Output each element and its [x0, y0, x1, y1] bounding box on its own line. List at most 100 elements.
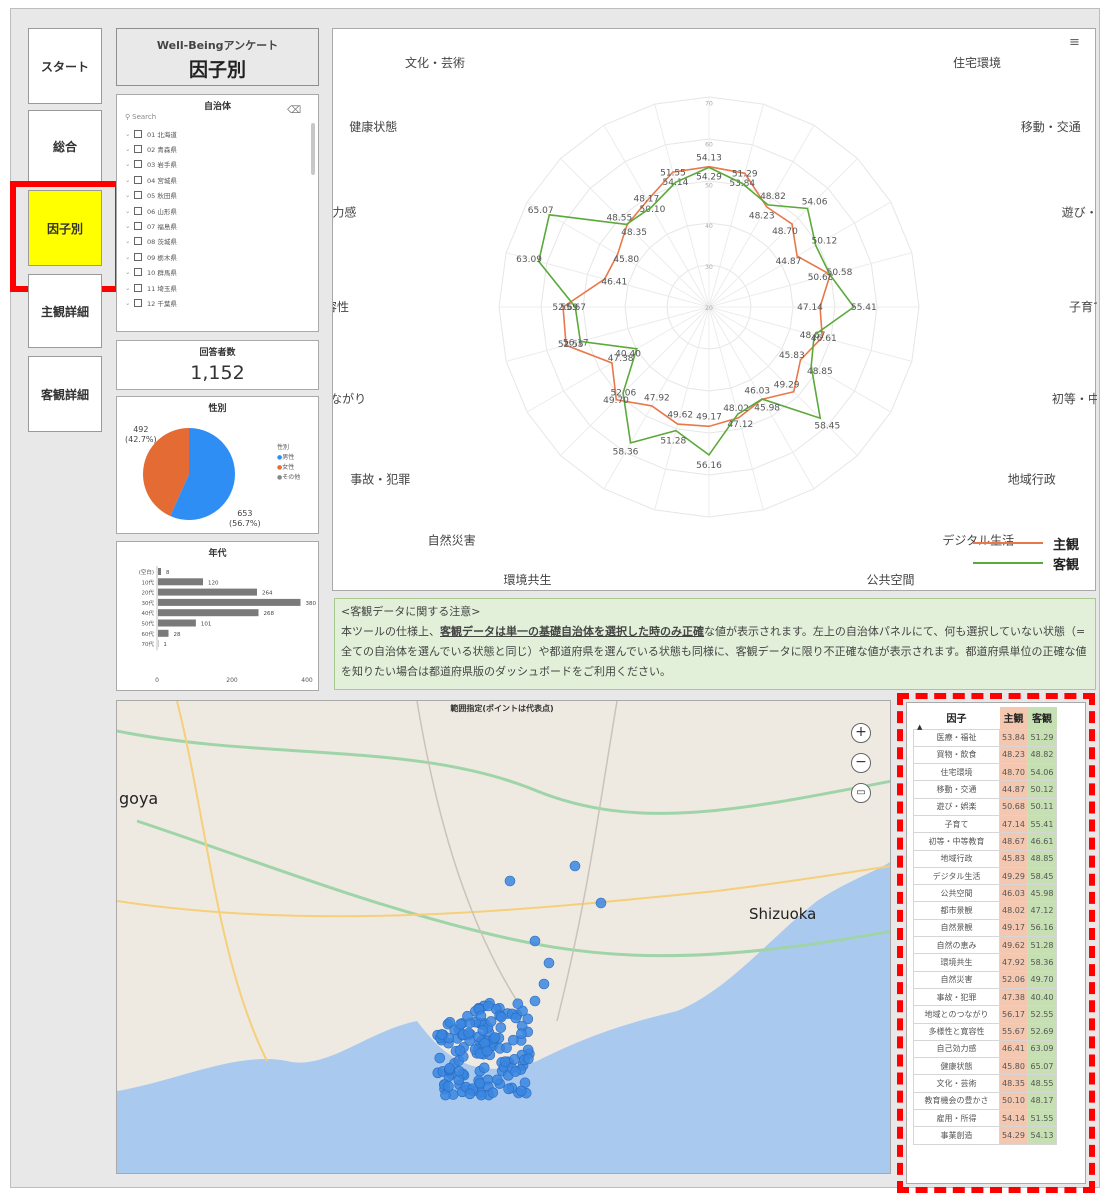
map-point[interactable]: [464, 1088, 476, 1100]
map-point[interactable]: [507, 1034, 519, 1046]
map-point[interactable]: [495, 1022, 507, 1033]
legend-item-objective[interactable]: 客観: [973, 553, 1079, 573]
checkbox[interactable]: [134, 145, 142, 154]
map-point[interactable]: [436, 1029, 448, 1040]
map-point[interactable]: [485, 1016, 497, 1027]
slicer-item[interactable]: ⌄ 09 栃木県: [117, 249, 307, 264]
map-point[interactable]: [496, 1011, 507, 1023]
notice-heading: <客観データに関する注意>: [341, 605, 481, 618]
radar-axis-label: 事故・犯罪: [350, 472, 410, 487]
map-point[interactable]: [434, 1052, 446, 1064]
map-point[interactable]: [523, 1053, 534, 1065]
gender-legend: 性別 ●男性 ●女性 ●その他: [277, 444, 301, 481]
page-title-box: Well-Beingアンケート 因子別: [116, 28, 319, 86]
map-point[interactable]: [487, 1087, 499, 1098]
map-point[interactable]: [443, 1081, 454, 1092]
radar-data-label: 49.29: [774, 381, 800, 391]
age-bar[interactable]: [158, 578, 203, 586]
legend-line-objective: [973, 562, 1043, 564]
map-point[interactable]: [453, 1065, 465, 1077]
nav-start-button[interactable]: スタート: [28, 28, 102, 104]
slicer-search-field[interactable]: ⚲ Search: [125, 111, 225, 123]
age-bar[interactable]: [158, 629, 169, 637]
checkbox[interactable]: [134, 222, 142, 231]
radar-data-label: 51.29: [732, 170, 758, 180]
age-bar[interactable]: [158, 588, 257, 596]
map-point[interactable]: [481, 1045, 493, 1057]
checkbox[interactable]: [134, 268, 142, 277]
map-point[interactable]: [477, 1025, 489, 1036]
slicer-item[interactable]: ⌄ 04 宮城県: [117, 172, 307, 187]
slicer-item[interactable]: ⌄ 01 北海道: [117, 126, 307, 141]
expand-icon: ⌄: [125, 268, 131, 277]
slicer-item[interactable]: ⌄ 02 青森県: [117, 141, 307, 156]
map-point[interactable]: [512, 998, 524, 1010]
nav-overall-button[interactable]: 総合: [28, 110, 102, 182]
slicer-item[interactable]: ⌄ 06 山形県: [117, 203, 307, 218]
checkbox[interactable]: [134, 298, 142, 307]
age-bar[interactable]: [158, 598, 301, 606]
map-point[interactable]: [478, 1062, 490, 1074]
slicer-item[interactable]: ⌄ 03 岩手県: [117, 157, 307, 172]
zoom-in-button[interactable]: +: [851, 723, 871, 743]
checkbox[interactable]: [134, 160, 142, 169]
map-point[interactable]: [510, 1066, 521, 1077]
checkbox[interactable]: [134, 129, 142, 138]
map-point[interactable]: [569, 860, 581, 872]
gender-pie-panel: 性別 492 (42.7%) 653 (56.7%) 性別 ●男性 ●女性 ●そ…: [116, 396, 319, 534]
select-area-icon[interactable]: ▭: [851, 783, 871, 803]
map-point[interactable]: [474, 1077, 486, 1089]
slicer-scrollbar[interactable]: [311, 123, 315, 175]
age-bar[interactable]: [158, 619, 196, 627]
map-point[interactable]: [492, 1074, 503, 1086]
radar-data-label: 49.62: [667, 410, 693, 420]
radar-axis-label: 移動・交通: [1021, 119, 1081, 134]
slicer-item[interactable]: ⌄ 12 千葉県: [117, 295, 307, 310]
eraser-icon[interactable]: ⌫: [287, 105, 301, 116]
checkbox[interactable]: [134, 206, 142, 215]
map-point[interactable]: [595, 897, 607, 909]
map-point[interactable]: [515, 1085, 527, 1097]
legend-item-subjective[interactable]: 主観: [973, 533, 1079, 553]
map-point[interactable]: [489, 1032, 501, 1043]
legend-line-subjective: [973, 542, 1043, 544]
map-point[interactable]: [444, 1063, 455, 1074]
map-point[interactable]: [538, 978, 550, 990]
expand-icon: ⌄: [125, 237, 131, 246]
map-point[interactable]: [454, 1045, 466, 1056]
map-point[interactable]: [543, 957, 555, 969]
age-bar[interactable]: [158, 568, 161, 575]
map-point[interactable]: [462, 1010, 473, 1022]
slicer-item[interactable]: ⌄ 10 群馬県: [117, 265, 307, 280]
age-bar[interactable]: [158, 609, 259, 617]
nav-subjective-detail-button[interactable]: 主観詳細: [28, 274, 102, 348]
map-point[interactable]: [504, 875, 516, 887]
zoom-out-button[interactable]: −: [851, 753, 871, 773]
checkbox[interactable]: [134, 252, 142, 261]
radar-data-label: 58.45: [814, 421, 840, 431]
radar-spoke: [708, 104, 764, 308]
slicer-item[interactable]: ⌄ 08 茨城県: [117, 234, 307, 249]
slicer-item[interactable]: ⌄ 11 埼玉県: [117, 280, 307, 295]
checkbox[interactable]: [134, 191, 142, 200]
checkbox[interactable]: [134, 175, 142, 184]
map-point[interactable]: [483, 1000, 494, 1012]
radar-axis-label: 自己効力感: [333, 205, 356, 220]
radar-data-label: 47.92: [644, 393, 670, 403]
map-point[interactable]: [509, 1054, 520, 1065]
map-point[interactable]: [475, 1010, 487, 1022]
map-point[interactable]: [503, 1083, 514, 1095]
map-point[interactable]: [463, 1027, 474, 1039]
checkbox[interactable]: [134, 283, 142, 292]
map-point[interactable]: [455, 1018, 466, 1030]
slicer-item[interactable]: ⌄ 07 福島県: [117, 218, 307, 233]
nav-objective-detail-button[interactable]: 客観詳細: [28, 356, 102, 432]
checkbox[interactable]: [134, 237, 142, 246]
map-point[interactable]: [516, 1028, 527, 1040]
expand-icon: ⌄: [125, 222, 131, 231]
radar-axis-label: 地域行政: [1008, 473, 1056, 487]
slicer-item[interactable]: ⌄ 05 秋田県: [117, 188, 307, 203]
map-view[interactable]: [117, 701, 891, 1174]
map-point[interactable]: [529, 935, 541, 947]
map-point[interactable]: [529, 995, 541, 1007]
